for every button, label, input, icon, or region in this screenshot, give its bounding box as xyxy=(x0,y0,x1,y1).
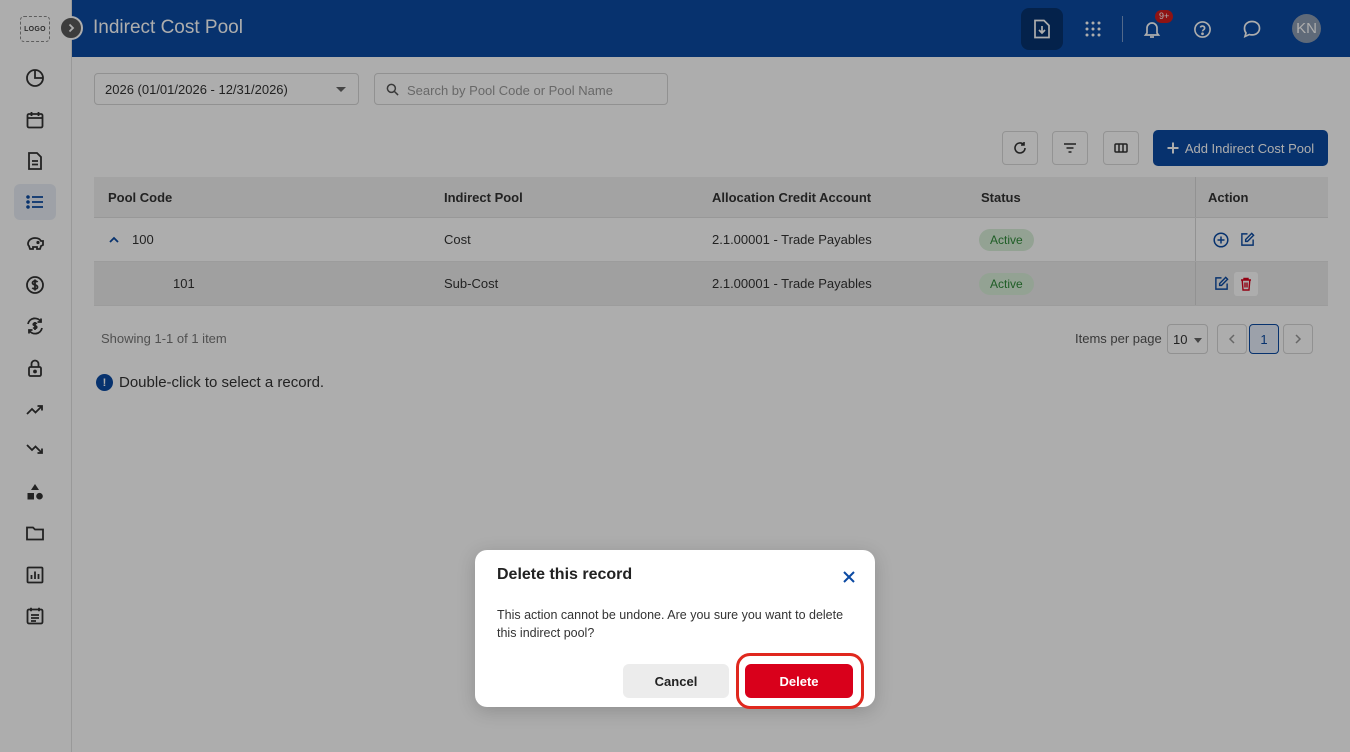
dialog-title: Delete this record xyxy=(497,566,633,583)
delete-button[interactable]: Delete xyxy=(745,664,853,698)
dialog-message: This action cannot be undone. Are you su… xyxy=(497,608,844,640)
close-icon xyxy=(843,571,855,583)
close-button[interactable] xyxy=(839,567,859,587)
cancel-button[interactable]: Cancel xyxy=(623,664,729,698)
delete-confirm-dialog: Delete this record This action cannot be… xyxy=(475,550,875,709)
